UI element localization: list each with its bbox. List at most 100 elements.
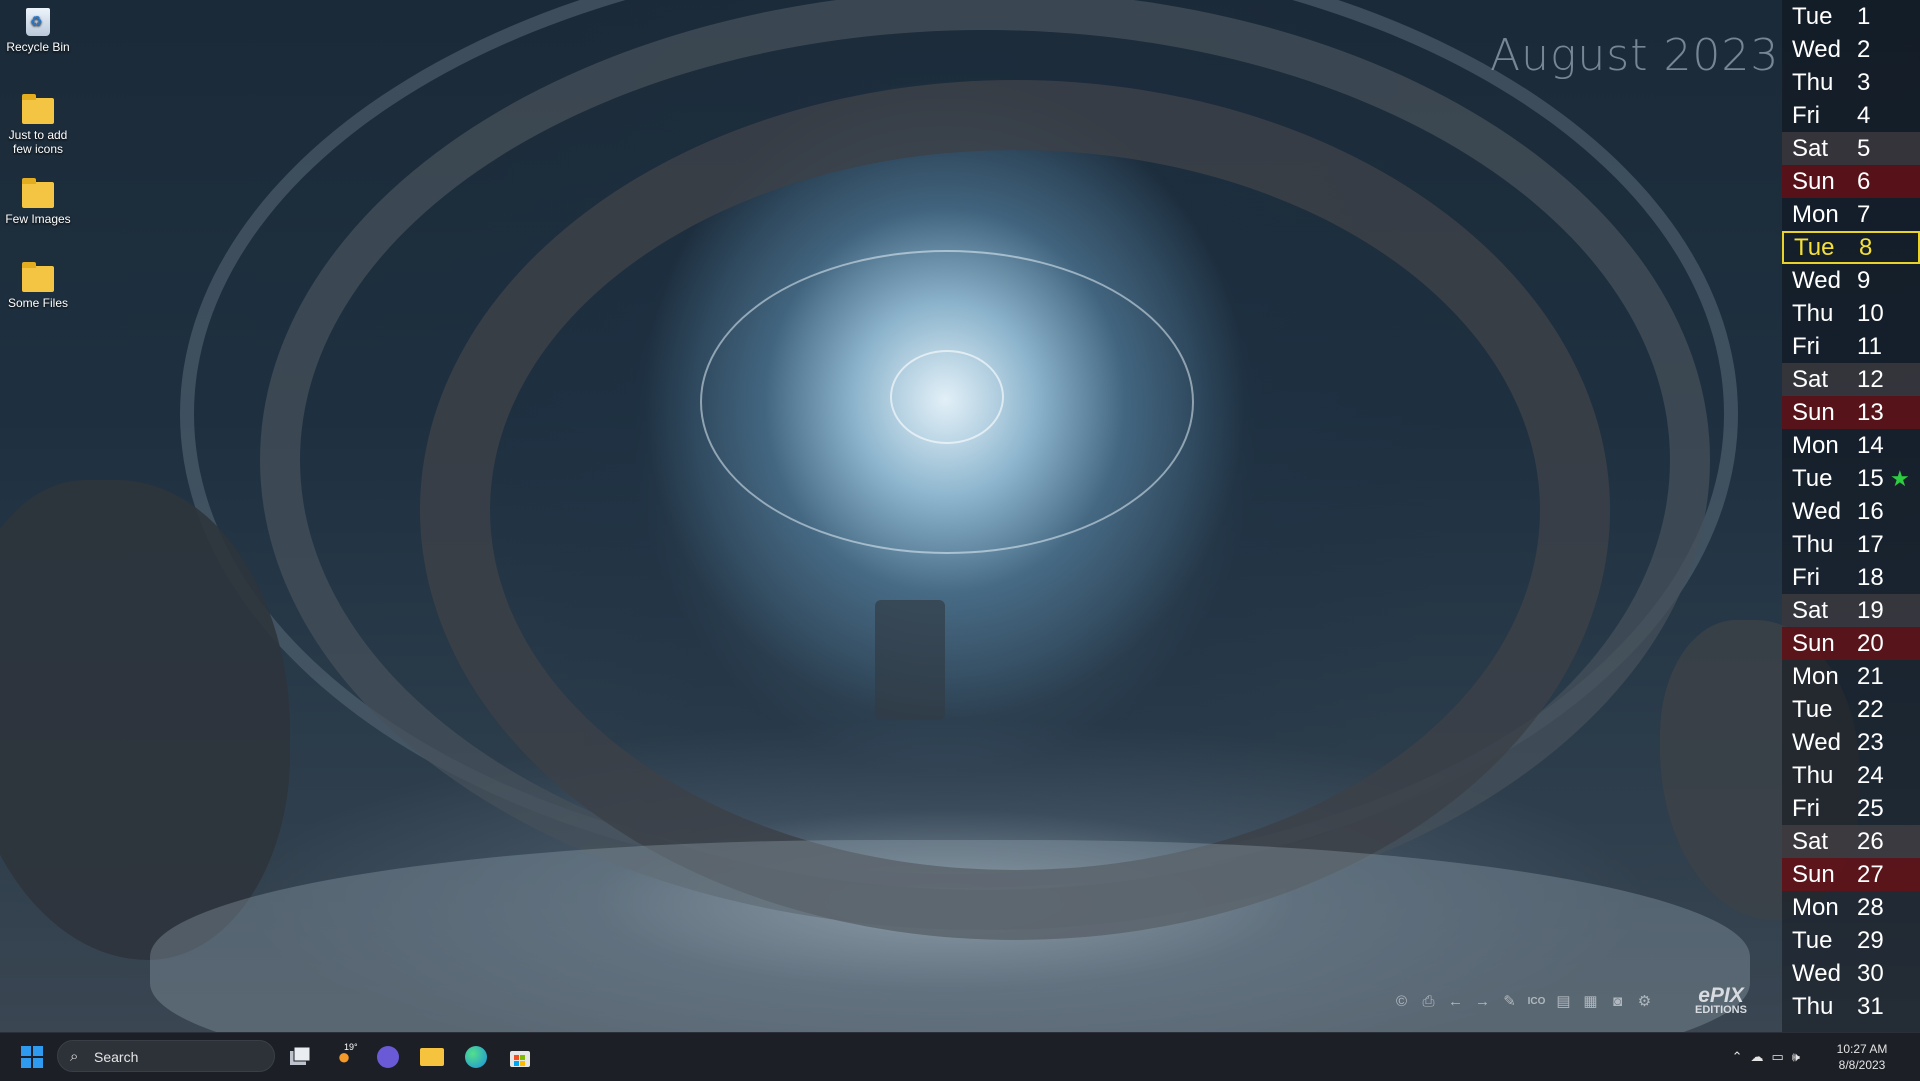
- folder-shortcut-some-files[interactable]: Some Files: [4, 262, 72, 310]
- file-explorer-icon: [420, 1048, 444, 1066]
- calendar-day-date: 11: [1857, 333, 1882, 360]
- wallpaper-portal-pillar: [875, 600, 945, 720]
- recycle-bin-shortcut[interactable]: ♻ Recycle Bin: [4, 8, 72, 54]
- desktop-wallpaper: [0, 0, 1920, 1032]
- calendar-day-name: Tue: [1792, 465, 1833, 492]
- calendar-day-row[interactable]: Tue 29: [1782, 924, 1920, 957]
- calendar-day-row[interactable]: Fri 18: [1782, 561, 1920, 594]
- camera-icon[interactable]: ◙: [1606, 990, 1629, 1014]
- calendar-day-row[interactable]: Mon 21: [1782, 660, 1920, 693]
- calendar-day-row[interactable]: Sun 13: [1782, 396, 1920, 429]
- calendar-day-row[interactable]: Mon 14: [1782, 429, 1920, 462]
- calendar-day-name: Wed: [1792, 960, 1841, 987]
- calendar-day-date: 19: [1857, 597, 1884, 624]
- calendar-day-row[interactable]: Fri 25: [1782, 792, 1920, 825]
- wallpaper-toolbar: © ⎙ ← → ✎ ICO ▤ ▦ ◙ ⚙: [1390, 990, 1656, 1016]
- folder-icon: [22, 94, 54, 124]
- calendar-day-row[interactable]: Wed 23: [1782, 726, 1920, 759]
- calendar-day-row[interactable]: Sat 12: [1782, 363, 1920, 396]
- document-icon[interactable]: ▤: [1552, 990, 1575, 1014]
- calendar-day-row[interactable]: Mon 7: [1782, 198, 1920, 231]
- store-button[interactable]: [504, 1041, 536, 1073]
- calendar-day-date: 20: [1857, 630, 1884, 657]
- start-button[interactable]: [16, 1041, 48, 1073]
- teams-icon: [377, 1046, 399, 1068]
- taskbar-search-box[interactable]: ⌕ Search: [57, 1040, 275, 1072]
- calendar-day-name: Tue: [1792, 3, 1833, 30]
- brand-line1: ePIX: [1698, 984, 1744, 1007]
- arrow-right-icon[interactable]: →: [1471, 990, 1494, 1014]
- file-explorer-button[interactable]: [416, 1041, 448, 1073]
- copyright-icon[interactable]: ©: [1390, 990, 1413, 1014]
- brush-icon[interactable]: ✎: [1498, 990, 1521, 1014]
- calendar-day-date: 31: [1857, 993, 1884, 1020]
- calendar-day-date: 23: [1857, 729, 1884, 756]
- calendar-day-date: 6: [1857, 168, 1871, 195]
- calendar-day-date: 2: [1857, 36, 1871, 63]
- folder-shortcut-few-images[interactable]: Few Images: [4, 178, 72, 226]
- calendar-day-name: Fri: [1792, 795, 1820, 822]
- brand-line2: EDITIONS: [1695, 1004, 1747, 1016]
- calendar-day-row[interactable]: Tue 15 ★: [1782, 462, 1920, 495]
- grid-icon[interactable]: ▦: [1579, 990, 1602, 1014]
- calendar-day-name: Mon: [1792, 432, 1839, 459]
- calendar-day-name: Sun: [1792, 861, 1835, 888]
- calendar-day-name: Thu: [1792, 993, 1834, 1020]
- weather-widget-button[interactable]: ● 19°: [328, 1041, 360, 1073]
- calendar-day-name: Wed: [1792, 36, 1841, 63]
- print-icon[interactable]: ⎙: [1417, 990, 1440, 1014]
- calendar-day-date: 21: [1857, 663, 1884, 690]
- calendar-day-date: 24: [1857, 762, 1884, 789]
- calendar-day-date: 18: [1857, 564, 1884, 591]
- onedrive-icon[interactable]: ☁: [1751, 1049, 1764, 1065]
- edge-button[interactable]: [460, 1041, 492, 1073]
- task-view-button[interactable]: [284, 1041, 316, 1073]
- calendar-day-row[interactable]: Sun 20: [1782, 627, 1920, 660]
- calendar-day-date: 14: [1857, 432, 1884, 459]
- weather-temp: 19°: [344, 1042, 358, 1052]
- calendar-day-name: Thu: [1792, 762, 1834, 789]
- calendar-day-row[interactable]: Wed 9: [1782, 264, 1920, 297]
- volume-icon[interactable]: 🕪: [1792, 1049, 1800, 1065]
- chevron-up-icon[interactable]: ⌃: [1732, 1049, 1743, 1065]
- calendar-day-row[interactable]: Sat 19: [1782, 594, 1920, 627]
- taskbar: ⌕ Search ● 19° ⌃ ☁ ▭ 🕪 10:27 AM 8/8/2023: [0, 1032, 1920, 1081]
- calendar-day-row[interactable]: Tue 1: [1782, 0, 1920, 33]
- folder-icon: [22, 262, 54, 292]
- calendar-day-row-today[interactable]: Tue 8: [1782, 231, 1920, 264]
- desktop-icon-label: Some Files: [7, 296, 69, 310]
- calendar-day-row[interactable]: Wed 16: [1782, 495, 1920, 528]
- edge-icon: [465, 1046, 487, 1068]
- calendar-day-row[interactable]: Fri 4: [1782, 99, 1920, 132]
- calendar-day-row[interactable]: Sun 27: [1782, 858, 1920, 891]
- calendar-day-row[interactable]: Wed 2: [1782, 33, 1920, 66]
- calendar-day-row[interactable]: Sat 26: [1782, 825, 1920, 858]
- calendar-day-row[interactable]: Wed 30: [1782, 957, 1920, 990]
- calendar-day-name: Wed: [1792, 729, 1841, 756]
- gear-icon[interactable]: ⚙: [1633, 990, 1656, 1014]
- system-tray: ⌃ ☁ ▭ 🕪: [1732, 1033, 1800, 1081]
- ico-icon[interactable]: ICO: [1525, 990, 1548, 1014]
- calendar-day-row[interactable]: Fri 11: [1782, 330, 1920, 363]
- calendar-day-row[interactable]: Sun 6: [1782, 165, 1920, 198]
- calendar-day-date: 26: [1857, 828, 1884, 855]
- teams-button[interactable]: [372, 1041, 404, 1073]
- calendar-day-row[interactable]: Thu 3: [1782, 66, 1920, 99]
- calendar-day-name: Tue: [1792, 696, 1833, 723]
- calendar-day-date: 12: [1857, 366, 1884, 393]
- folder-shortcut-just-to-add[interactable]: Just to add few icons: [4, 94, 72, 156]
- calendar-day-name: Sat: [1792, 828, 1829, 855]
- calendar-day-row[interactable]: Thu 17: [1782, 528, 1920, 561]
- calendar-day-row[interactable]: Tue 22: [1782, 693, 1920, 726]
- arrow-left-icon[interactable]: ←: [1444, 990, 1467, 1014]
- taskbar-clock[interactable]: 10:27 AM 8/8/2023: [1812, 1041, 1912, 1073]
- calendar-day-row[interactable]: Mon 28: [1782, 891, 1920, 924]
- calendar-day-name: Sun: [1792, 630, 1835, 657]
- calendar-day-row[interactable]: Sat 5: [1782, 132, 1920, 165]
- calendar-day-name: Mon: [1792, 663, 1839, 690]
- epix-editions-logo[interactable]: ePIX EDITIONS: [1688, 984, 1754, 1018]
- calendar-day-row[interactable]: Thu 10: [1782, 297, 1920, 330]
- calendar-day-row[interactable]: Thu 31: [1782, 990, 1920, 1023]
- network-icon[interactable]: ▭: [1772, 1049, 1784, 1065]
- calendar-day-row[interactable]: Thu 24: [1782, 759, 1920, 792]
